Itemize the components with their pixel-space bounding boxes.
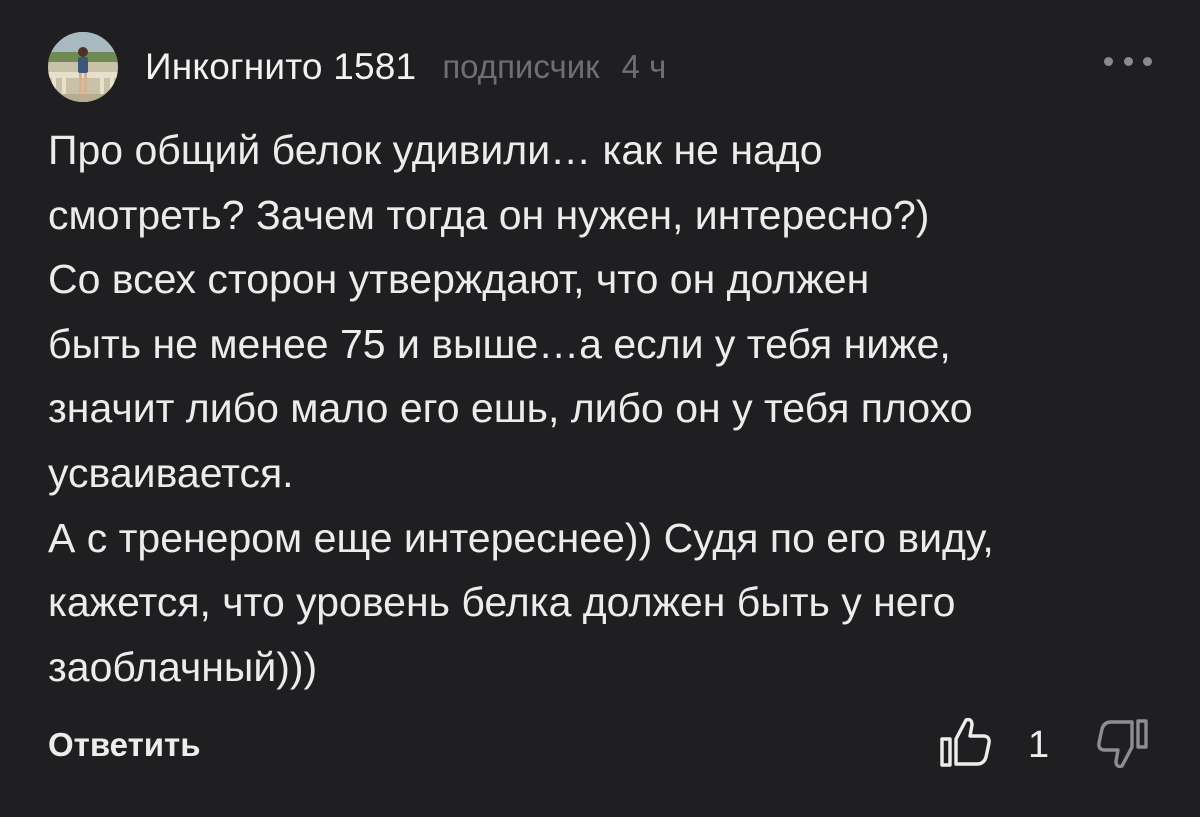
like-count: 1: [1028, 724, 1050, 766]
thumb-up-icon[interactable]: [936, 712, 996, 772]
avatar[interactable]: [48, 32, 118, 102]
comment-text-line: усваивается.: [48, 449, 294, 496]
comment-actions: Ответить 1: [48, 712, 1152, 782]
comment-text-line: смотреть? Зачем тогда он нужен, интересн…: [48, 191, 930, 238]
comment-text-line: кажется, что уровень белка должен быть у…: [48, 579, 956, 626]
comment-text-line: А с тренером еще интереснее)) Судя по ег…: [48, 514, 994, 561]
more-dot: [1123, 56, 1133, 66]
comment-text-line: Про общий белок удивили… как не надо: [48, 127, 823, 173]
author-role-badge: подписчик: [442, 48, 600, 85]
author-name[interactable]: Инкогнито 1581: [145, 46, 416, 88]
comment-text: Про общий белок удивили… как не надо смо…: [48, 118, 1158, 699]
comment-header: Инкогнито 1581 подписчик 4 ч: [48, 30, 666, 104]
reply-button[interactable]: Ответить: [48, 726, 201, 764]
comment-card: Инкогнито 1581 подписчик 4 ч Про общий б…: [0, 0, 1200, 817]
comment-text-line: значит либо мало его ешь, либо он у тебя…: [48, 385, 973, 432]
more-dots-icon[interactable]: [1104, 46, 1152, 76]
comment-timestamp: 4 ч: [621, 48, 667, 85]
comment-text-line: быть не менее 75 и выше…а если у тебя ни…: [48, 320, 951, 367]
more-dot: [1143, 56, 1152, 66]
comment-text-line: заоблачный))): [48, 643, 318, 690]
more-dot: [1104, 56, 1113, 66]
comment-text-line: Со всех сторон утверждают, что он должен: [48, 256, 870, 303]
thumb-down-icon[interactable]: [1092, 714, 1152, 774]
